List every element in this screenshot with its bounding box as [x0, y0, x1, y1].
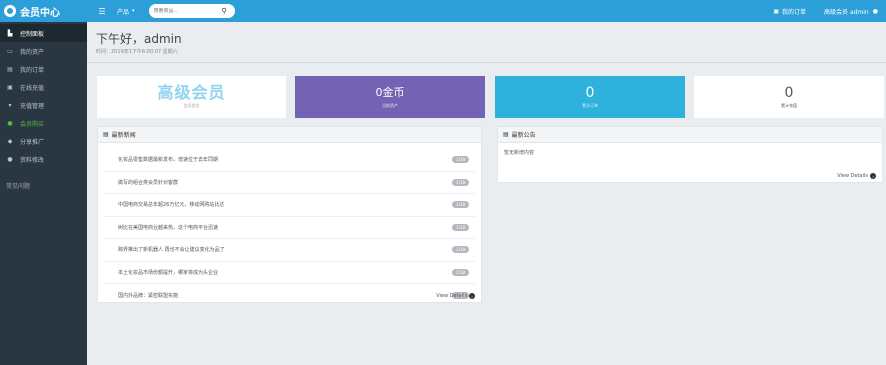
user-menu[interactable]: 高级会员 admin ● [824, 7, 878, 16]
my-orders-label: 我的订单 [782, 8, 807, 16]
sidebar-nav: ▙ 控制面板 ▭ 我的资产 ▤ 我的订单 ▣ 在线充值 ▾ 充值管理 ● 会员购… [0, 24, 87, 168]
sidebar-item-profile[interactable]: ● 资料修改 [0, 150, 87, 168]
cart-icon: ▣ [773, 7, 780, 15]
orders-icon: ▤ [7, 65, 13, 73]
stat-label: 会员类型 [183, 102, 200, 108]
list-item[interactable]: 跨界推出了新机器人 再也不会让建议变化为品了 1/18 [104, 239, 475, 262]
sidebar-item-label: 我的订单 [20, 66, 45, 74]
share-icon: ◆ [7, 137, 13, 145]
sidebar-item-label: 分享推广 [20, 138, 45, 146]
stat-label: 累计充值 [781, 102, 797, 108]
news-title: 跨界推出了新机器人 再也不会让建议变化为品了 [118, 247, 225, 254]
list-icon: ▤ [103, 131, 109, 138]
notice-view-details-link[interactable]: View Details › [837, 173, 876, 179]
date-badge: 1/18 [452, 246, 469, 254]
filter-icon: ▾ [8, 101, 12, 109]
user-icon: ● [872, 7, 878, 15]
time-line: 时间：2019年1下午6:00:07 星期六 [96, 49, 178, 55]
topbar: ☰ 产品 ▾ ⚲ ▣ 我的订单 高级会员 admin ● [87, 0, 886, 22]
date-badge: 1/18 [452, 178, 469, 186]
sidebar-item-label: 我的资产 [20, 48, 45, 56]
arrow-right-icon: › [469, 293, 475, 299]
wallet-icon: ▭ [7, 47, 13, 55]
news-panel-title: 最新新闻 [111, 132, 136, 139]
sidebar-item-membership[interactable]: ● 会员购买 [0, 114, 87, 132]
product-menu-label: 产品 [117, 8, 130, 16]
user-label: 高级会员 admin [824, 8, 869, 16]
arrow-right-icon: › [870, 173, 876, 179]
news-panel-header: ▤ 最新新闻 [98, 127, 481, 143]
notice-body: 暂无新增内容 [504, 150, 535, 156]
my-orders-link[interactable]: ▣ 我的订单 [773, 7, 806, 16]
stat-value: 0 [784, 84, 794, 101]
date-badge: 1/18 [452, 223, 469, 231]
chevron-down-icon: ▾ [132, 8, 135, 14]
date-badge: 1/18 [452, 201, 469, 209]
list-item[interactable]: 做写的组合类会员针对客群 1/18 [104, 172, 475, 194]
sidebar-item-assets[interactable]: ▭ 我的资产 [0, 42, 87, 60]
logo-text: 会员中心 [20, 7, 60, 19]
notice-panel-header: ▤ 最新公告 [498, 127, 882, 143]
recharge-icon: ▣ [7, 83, 13, 91]
date-badge: 1/18 [452, 268, 469, 276]
sidebar-item-faq[interactable]: 常见问题 [0, 178, 87, 192]
news-title: 做写的组合类会员针对客群 [118, 179, 179, 186]
news-title: 国内外品牌：紧密联盟实施 [118, 292, 179, 299]
product-menu[interactable]: 产品 ▾ [117, 7, 135, 16]
news-title: 本土化妆品市场份额提升，哪家将成为头企业 [118, 269, 219, 276]
logo[interactable]: 会员中心 [0, 0, 87, 22]
list-item[interactable]: 中国电商交易总年超26万亿元，移动网购站比达 1/18 [104, 194, 475, 217]
stat-card-coins: 0金币 当前资产 [295, 76, 485, 118]
search-icon[interactable]: ⚲ [222, 7, 227, 15]
stat-card-recharge: 0 累计充值 [694, 76, 884, 118]
stat-value: 0金币 [375, 85, 405, 99]
stat-value: 高级会员 [157, 82, 226, 102]
view-details-label: View Details [837, 173, 868, 179]
stat-value: 0 [585, 84, 595, 101]
sidebar: 会员中心 ▙ 控制面板 ▭ 我的资产 ▤ 我的订单 ▣ 在线充值 ▾ 充值管理 … [0, 0, 87, 365]
sidebar-item-label: 会员购买 [20, 120, 45, 128]
date-badge: 1/18 [452, 156, 469, 164]
sidebar-item-orders[interactable]: ▤ 我的订单 [0, 60, 87, 78]
news-view-details-link[interactable]: View Details › [436, 293, 475, 299]
search-box: ⚲ [148, 4, 235, 18]
stat-card-orders: 0 累计订单 [495, 76, 685, 118]
topbar-right: ▣ 我的订单 高级会员 admin ● [773, 7, 886, 16]
list-item[interactable]: 化妆品零售数据最新发布，增速位于去年同期 1/18 [104, 149, 475, 172]
news-list: 化妆品零售数据最新发布，增速位于去年同期 1/18 做写的组合类会员针对客群 1… [98, 143, 481, 307]
sidebar-item-share[interactable]: ◆ 分享推广 [0, 132, 87, 150]
sidebar-item-recharge-manage[interactable]: ▾ 充值管理 [0, 96, 87, 114]
sidebar-item-dashboard[interactable]: ▙ 控制面板 [0, 24, 87, 42]
dashboard-icon: ▙ [7, 29, 13, 37]
sidebar-item-label: 在线充值 [20, 84, 45, 92]
sidebar-item-recharge[interactable]: ▣ 在线充值 [0, 78, 87, 96]
list-icon: ▤ [503, 131, 509, 138]
sidebar-item-label: 资料修改 [20, 156, 45, 164]
sidebar-item-label: 控制面板 [20, 30, 45, 38]
news-title: 树比在美国电商业越来热，这个电商平台迅速 [118, 224, 219, 231]
list-item[interactable]: 国内外品牌：紧密联盟实施 1/18 [104, 284, 475, 307]
stat-card-member-level: 高级会员 会员类型 [97, 76, 286, 118]
list-item[interactable]: 本土化妆品市场份额提升，哪家将成为头企业 1/18 [104, 262, 475, 284]
search-input[interactable] [153, 8, 222, 14]
stat-label: 累计订单 [582, 102, 598, 108]
page-title: 下午好，admin [96, 32, 182, 46]
sidebar-item-label: 充值管理 [20, 102, 45, 110]
logo-icon [4, 5, 16, 17]
view-details-label: View Details [436, 293, 467, 299]
news-panel: ▤ 最新新闻 化妆品零售数据最新发布，增速位于去年同期 1/18 做写的组合类会… [97, 126, 482, 303]
news-title: 化妆品零售数据最新发布，增速位于去年同期 [118, 157, 219, 164]
menu-toggle-icon[interactable]: ☰ [87, 7, 117, 16]
user-plus-icon: ● [7, 119, 13, 127]
notice-panel-title: 最新公告 [511, 132, 536, 139]
profile-icon: ● [7, 155, 13, 163]
notice-panel: ▤ 最新公告 暂无新增内容 View Details › [497, 126, 883, 183]
stat-label: 当前资产 [382, 102, 398, 108]
news-title: 中国电商交易总年超26万亿元，移动网购站比达 [118, 202, 225, 209]
list-item[interactable]: 树比在美国电商业越来热，这个电商平台迅速 1/18 [104, 217, 475, 239]
divider [87, 62, 886, 63]
